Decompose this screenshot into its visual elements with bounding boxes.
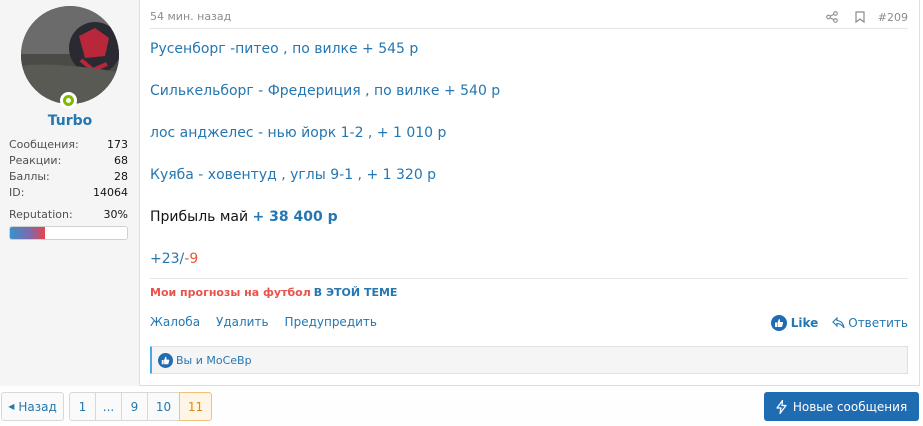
- post-line: Силькельборг - Фредериция , по вилке + 5…: [150, 83, 501, 99]
- score-minus: -9: [184, 251, 199, 267]
- post-time[interactable]: 54 мин. назад: [150, 10, 231, 23]
- stat-messages: Сообщения: 173: [9, 138, 128, 154]
- stat-value: 68: [114, 154, 128, 167]
- delete-link[interactable]: Удалить: [216, 315, 269, 329]
- post-number[interactable]: #209: [878, 11, 908, 24]
- page-button[interactable]: 9: [121, 392, 148, 421]
- stat-value: 173: [107, 138, 128, 151]
- like-label: Like: [790, 316, 819, 330]
- stat-value: 28: [114, 170, 128, 183]
- page-ellipsis-button[interactable]: ...: [95, 392, 122, 421]
- share-icon[interactable]: [818, 8, 846, 26]
- post-header-tools: #209: [818, 8, 908, 26]
- signature-divider: [150, 278, 908, 279]
- lightning-icon: [776, 399, 787, 414]
- stat-label: Сообщения:: [9, 138, 79, 151]
- reputation-bar-fill: [10, 227, 46, 239]
- signature-link-topic[interactable]: В ЭТОЙ ТЕМЕ: [314, 286, 398, 299]
- stat-points: Баллы: 28: [9, 170, 128, 186]
- new-messages-label: Новые сообщения: [792, 399, 908, 414]
- user-column: Turbo Сообщения: 173 Реакции: 68 Баллы: …: [0, 0, 140, 386]
- post-header: 54 мин. назад #209: [150, 10, 908, 24]
- thumbs-up-icon: [158, 352, 173, 368]
- profit-value: + 38 400 р: [252, 209, 338, 225]
- post-actions: Жалоба Удалить Предупредить Like Ответит…: [150, 315, 908, 333]
- page-button[interactable]: 10: [147, 392, 180, 421]
- stat-value: 30%: [103, 208, 128, 221]
- prev-page-label: Назад: [18, 399, 57, 414]
- page-button-current[interactable]: 11: [179, 392, 212, 421]
- reply-label: Ответить: [848, 316, 908, 330]
- like-button[interactable]: Like: [770, 315, 819, 331]
- prev-page-button[interactable]: ◀ Назад: [1, 392, 64, 421]
- reactions-bar[interactable]: Вы и MoCeBp: [150, 346, 908, 374]
- bookmark-icon[interactable]: [846, 8, 874, 26]
- reactions-text[interactable]: Вы и MoCeBp: [176, 354, 252, 367]
- pagination: 1 ... 9 10 11: [69, 392, 212, 421]
- profit-label: Прибыль май: [150, 209, 249, 225]
- online-status-icon: [60, 92, 77, 109]
- post-actions-right: Like Ответить: [770, 315, 908, 331]
- signature: Мои прогнозы на футбол В ЭТОЙ ТЕМЕ: [150, 286, 397, 299]
- warn-link[interactable]: Предупредить: [285, 315, 377, 329]
- chevron-left-icon: ◀: [8, 402, 15, 411]
- stat-reputation: Reputation: 30%: [9, 208, 128, 224]
- post-line: лос анджелес - нью йорк 1-2 , + 1 010 р: [150, 125, 447, 141]
- reply-icon: [832, 317, 845, 329]
- stat-label: Реакции:: [9, 154, 62, 167]
- post-main: 54 мин. назад #209 Русенборг -питео , по…: [140, 0, 920, 386]
- post: Turbo Сообщения: 173 Реакции: 68 Баллы: …: [0, 0, 920, 386]
- reputation-bar: [9, 226, 128, 240]
- post-line: Куяба - ховентуд , углы 9-1 , + 1 320 р: [150, 167, 437, 183]
- new-messages-button[interactable]: Новые сообщения: [764, 392, 919, 421]
- page-button[interactable]: 1: [69, 392, 96, 421]
- header-divider: [150, 28, 908, 29]
- post-actions-left: Жалоба Удалить Предупредить: [150, 315, 377, 329]
- score-plus: +23: [150, 251, 180, 267]
- stat-id: ID: 14064: [9, 186, 128, 202]
- user-stats: Сообщения: 173 Реакции: 68 Баллы: 28 ID:…: [9, 138, 128, 240]
- report-link[interactable]: Жалоба: [150, 315, 200, 329]
- stat-label: ID:: [9, 186, 25, 199]
- stat-reactions: Реакции: 68: [9, 154, 128, 170]
- stat-value: 14064: [93, 186, 128, 199]
- stat-label: Reputation:: [9, 208, 73, 221]
- username[interactable]: Turbo: [0, 113, 140, 129]
- thumbs-up-icon: [770, 315, 787, 331]
- profit-line: Прибыль май + 38 400 р: [150, 208, 908, 250]
- stat-label: Баллы:: [9, 170, 50, 183]
- post-content: Русенборг -питео , по вилке + 545 р Силь…: [150, 40, 908, 292]
- signature-link[interactable]: Мои прогнозы на футбол: [150, 286, 311, 299]
- post-line: Русенборг -питео , по вилке + 545 р: [150, 41, 419, 57]
- reply-button[interactable]: Ответить: [832, 316, 908, 330]
- avatar[interactable]: [21, 6, 119, 104]
